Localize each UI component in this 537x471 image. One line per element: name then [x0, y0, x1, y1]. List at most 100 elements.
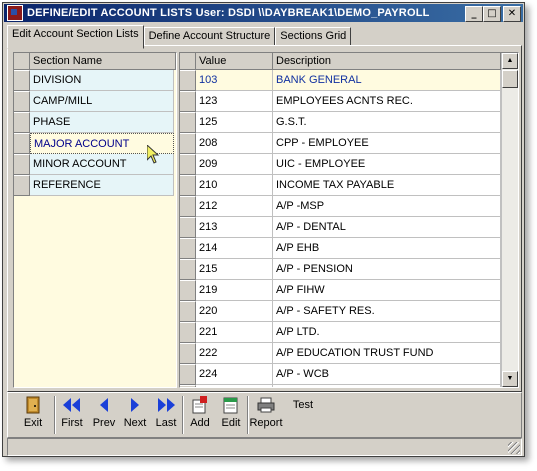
row-indicator[interactable]	[14, 133, 30, 154]
section-grid[interactable]: Section Name DIVISION CAMP/MILL PHASE MAJOR…	[13, 52, 177, 388]
value-row[interactable]: 221 A/P LTD.	[180, 322, 518, 343]
description-cell[interactable]: A/P EHB	[273, 238, 501, 259]
test-button[interactable]: Test	[288, 399, 318, 411]
section-row[interactable]: DIVISION	[14, 70, 176, 91]
row-indicator[interactable]	[14, 154, 30, 175]
description-cell[interactable]: G.S.T.	[273, 112, 501, 133]
description-cell[interactable]: INCOME TAX PAYABLE	[273, 175, 501, 196]
edit-button[interactable]: Edit	[217, 395, 245, 429]
description-cell[interactable]: CPP - EMPLOYEE	[273, 133, 501, 154]
vertical-scrollbar[interactable]: ▲ ▼	[501, 53, 518, 387]
value-cell[interactable]: 215	[196, 259, 273, 280]
tab-edit-account-section-lists[interactable]: Edit Account Section Lists	[7, 25, 144, 49]
section-name-cell[interactable]: REFERENCE	[30, 175, 174, 196]
scroll-down-button[interactable]: ▼	[502, 371, 518, 387]
row-indicator[interactable]	[180, 259, 196, 280]
value-cell[interactable]: 123	[196, 91, 273, 112]
row-indicator[interactable]	[180, 112, 196, 133]
row-indicator[interactable]	[180, 196, 196, 217]
description-cell[interactable]: A/P - PENSION	[273, 259, 501, 280]
resize-grip[interactable]	[508, 442, 520, 454]
value-cell[interactable]: 210	[196, 175, 273, 196]
prev-button[interactable]: Prev	[90, 395, 118, 429]
maximize-button[interactable]: □	[483, 6, 501, 22]
value-row[interactable]: 219 A/P FIHW	[180, 280, 518, 301]
description-cell[interactable]: A/P EDUCATION TRUST FUND	[273, 343, 501, 364]
first-button[interactable]: First	[58, 395, 86, 429]
row-indicator[interactable]	[180, 175, 196, 196]
value-row[interactable]: 210 INCOME TAX PAYABLE	[180, 175, 518, 196]
description-cell[interactable]: UIC - EMPLOYEE	[273, 154, 501, 175]
row-indicator[interactable]	[14, 175, 30, 196]
description-cell[interactable]: A/P - WCB	[273, 364, 501, 385]
section-name-cell[interactable]: PHASE	[30, 112, 174, 133]
row-indicator[interactable]	[180, 217, 196, 238]
last-button[interactable]: Last	[152, 395, 180, 429]
row-indicator[interactable]	[180, 280, 196, 301]
value-cell[interactable]: 103	[196, 70, 273, 91]
value-cell[interactable]: 222	[196, 343, 273, 364]
section-row[interactable]: PHASE	[14, 112, 176, 133]
description-cell[interactable]: A/P LTD.	[273, 322, 501, 343]
description-cell[interactable]: A/P - DENTAL	[273, 217, 501, 238]
value-row[interactable]: 209 UIC - EMPLOYEE	[180, 154, 518, 175]
section-row[interactable]: REFERENCE	[14, 175, 176, 196]
value-cell[interactable]: 212	[196, 196, 273, 217]
value-cell[interactable]: 213	[196, 217, 273, 238]
description-cell[interactable]: A/P FIHW	[273, 280, 501, 301]
section-name-cell[interactable]: DIVISION	[30, 70, 174, 91]
next-button[interactable]: Next	[121, 395, 149, 429]
value-row[interactable]: 222 A/P EDUCATION TRUST FUND	[180, 343, 518, 364]
value-row[interactable]: 224 A/P - WCB	[180, 364, 518, 385]
row-indicator[interactable]	[14, 112, 30, 133]
row-indicator[interactable]	[180, 301, 196, 322]
minimize-button[interactable]: _	[465, 6, 483, 22]
values-grid[interactable]: Value Description 103 BANK GENERAL 123 EMPL…	[179, 52, 519, 388]
row-indicator[interactable]	[180, 133, 196, 154]
value-row[interactable]: 208 CPP - EMPLOYEE	[180, 133, 518, 154]
row-indicator[interactable]	[180, 322, 196, 343]
value-cell[interactable]: 220	[196, 301, 273, 322]
report-button[interactable]: Report	[249, 395, 283, 429]
value-row[interactable]: 103 BANK GENERAL	[180, 70, 518, 91]
row-indicator[interactable]	[180, 70, 196, 91]
title-bar[interactable]: DEFINE/EDIT ACCOUNT LISTS User: DSDI \\D…	[4, 4, 523, 22]
value-row[interactable]: 214 A/P EHB	[180, 238, 518, 259]
value-cell[interactable]: 224	[196, 364, 273, 385]
value-cell[interactable]: 208	[196, 133, 273, 154]
row-indicator[interactable]	[14, 91, 30, 112]
value-column-header[interactable]: Value	[196, 53, 273, 70]
scroll-up-button[interactable]: ▲	[502, 53, 518, 69]
value-cell[interactable]: 125	[196, 112, 273, 133]
close-button[interactable]: ✕	[503, 6, 521, 22]
value-row[interactable]: 125 G.S.T.	[180, 112, 518, 133]
add-button[interactable]: Add	[186, 395, 214, 429]
value-cell[interactable]: 209	[196, 154, 273, 175]
value-cell[interactable]: 214	[196, 238, 273, 259]
value-cell[interactable]: 226	[196, 385, 273, 387]
value-row[interactable]: 213 A/P - DENTAL	[180, 217, 518, 238]
value-row[interactable]: 226VAC PAY	[180, 385, 518, 387]
row-indicator[interactable]	[180, 385, 196, 387]
description-cell[interactable]: EMPLOYEES ACNTS REC.	[273, 91, 501, 112]
section-row[interactable]: CAMP/MILL	[14, 91, 176, 112]
value-cell[interactable]: 221	[196, 322, 273, 343]
value-row[interactable]: 220 A/P - SAFETY RES.	[180, 301, 518, 322]
row-indicator[interactable]	[180, 238, 196, 259]
row-indicator[interactable]	[14, 70, 30, 91]
description-cell[interactable]: A/P - SAFETY RES.	[273, 301, 501, 322]
scroll-thumb[interactable]	[502, 70, 518, 88]
section-name-cell[interactable]: CAMP/MILL	[30, 91, 174, 112]
description-cell[interactable]: VAC PAY	[273, 385, 501, 387]
description-cell[interactable]: BANK GENERAL	[273, 70, 501, 91]
description-column-header[interactable]: Description	[273, 53, 501, 70]
row-indicator[interactable]	[180, 154, 196, 175]
value-row[interactable]: 215 A/P - PENSION	[180, 259, 518, 280]
value-cell[interactable]: 219	[196, 280, 273, 301]
value-row[interactable]: 123 EMPLOYEES ACNTS REC.	[180, 91, 518, 112]
row-indicator[interactable]	[180, 343, 196, 364]
row-indicator[interactable]	[180, 364, 196, 385]
section-name-header[interactable]: Section Name	[30, 53, 176, 70]
exit-button[interactable]: Exit	[18, 395, 48, 429]
value-row[interactable]: 212 A/P -MSP	[180, 196, 518, 217]
